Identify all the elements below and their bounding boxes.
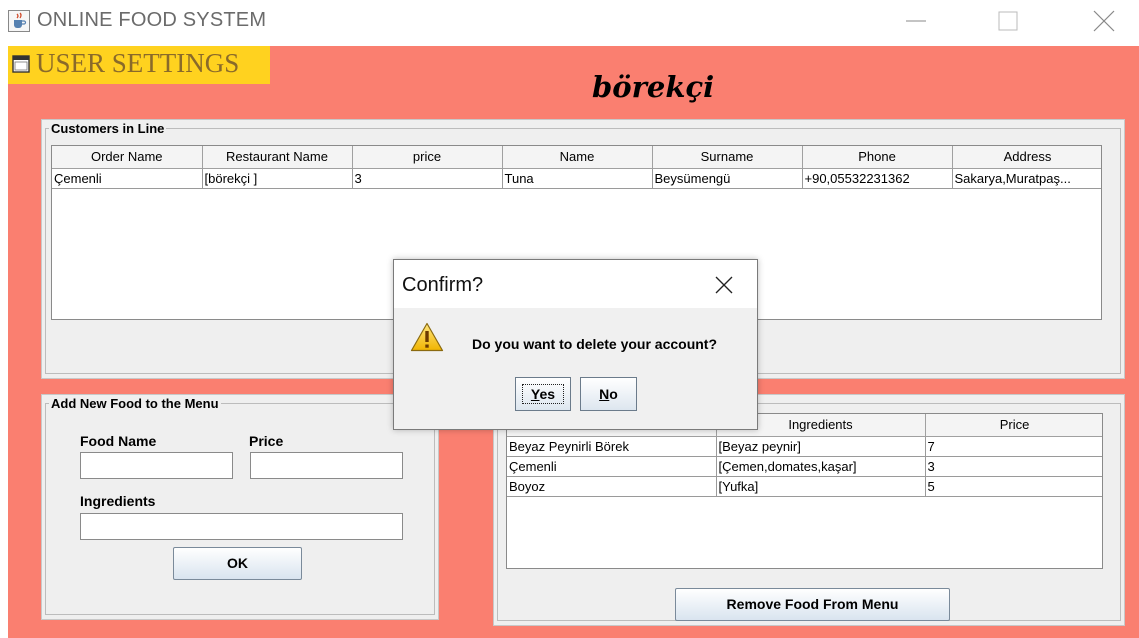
table-cell[interactable]: Boyoz [507,476,717,497]
remove-food-button[interactable]: Remove Food From Menu [675,588,950,621]
table-cell[interactable]: +90,05532231362 [802,168,953,189]
customers-header-row: Order Name Restaurant Name price Name Su… [52,146,1101,169]
table-cell[interactable]: 3 [925,456,1102,477]
table-cell[interactable]: [Yufka] [716,476,926,497]
table-cell[interactable]: [börekçi ] [202,168,353,189]
table-cell[interactable]: 7 [925,436,1102,457]
column-header[interactable]: Order Name [52,146,203,169]
table-cell[interactable]: [Beyaz peynir] [716,436,926,457]
close-icon[interactable] [711,272,737,298]
food-name-input[interactable] [80,452,233,479]
column-header[interactable]: Name [502,146,653,169]
confirm-dialog: Confirm? Do you want to delete your acco… [393,259,758,430]
column-header[interactable]: Price [925,414,1102,437]
table-row[interactable]: Boyoz [Yufka] 5 [507,476,1102,497]
menu-table[interactable]: Food Name Ingredients Price Beyaz Peynir… [506,413,1103,569]
window-title: ONLINE FOOD SYSTEM [37,9,267,31]
no-button[interactable]: No [580,377,637,411]
food-name-label: Food Name [80,433,157,449]
window-title-bar: ONLINE FOOD SYSTEM [0,0,1139,44]
user-settings-menu[interactable]: USER SETTINGS [8,46,270,84]
no-label: o [609,386,618,402]
window-icon [12,55,30,73]
add-food-panel: Add New Food to the Menu Food Name Price… [41,394,439,620]
ingredients-input[interactable] [80,513,403,540]
close-icon[interactable] [1081,0,1127,44]
dialog-title: Confirm? [402,274,484,296]
column-header[interactable]: Address [952,146,1101,169]
price-input[interactable] [250,452,403,479]
column-header[interactable]: Phone [802,146,953,169]
ingredients-label: Ingredients [80,493,156,509]
table-cell[interactable]: Beyaz Peynirli Börek [507,436,717,457]
table-cell[interactable]: Çemenli [507,456,717,477]
dialog-message: Do you want to delete your account? [472,336,718,352]
table-cell[interactable]: Çemenli [52,168,203,189]
yes-button[interactable]: Yes [515,377,571,411]
table-row[interactable]: Çemenli [börekçi ] 3 Tuna Beysümengü +90… [52,168,1101,189]
table-cell[interactable]: [Çemen,domates,kaşar] [716,456,926,477]
table-row[interactable]: Beyaz Peynirli Börek [Beyaz peynir] 7 [507,436,1102,457]
ok-button[interactable]: OK [173,547,302,580]
no-mnemonic: N [599,386,610,402]
dialog-title-bar: Confirm? [394,260,757,308]
table-cell[interactable]: Tuna [502,168,653,189]
table-cell[interactable]: 5 [925,476,1102,497]
column-header[interactable]: price [352,146,503,169]
minimize-icon[interactable] [893,0,939,44]
user-settings-label: USER SETTINGS [36,48,240,78]
table-cell[interactable]: Beysümengü [652,168,803,189]
column-header[interactable]: Restaurant Name [202,146,353,169]
table-cell[interactable]: Sakarya,Muratpaş... [952,168,1101,189]
table-cell[interactable]: 3 [352,168,503,189]
warning-icon [410,322,444,352]
table-row[interactable]: Çemenli [Çemen,domates,kaşar] 3 [507,456,1102,477]
price-label: Price [249,433,284,449]
java-cup-icon [8,10,30,32]
restaurant-name: börekçi [592,70,715,104]
customers-legend: Customers in Line [49,121,167,136]
add-food-legend: Add New Food to the Menu [49,396,221,411]
maximize-icon[interactable] [985,0,1031,44]
column-header[interactable]: Surname [652,146,803,169]
focus-ring [522,384,564,404]
